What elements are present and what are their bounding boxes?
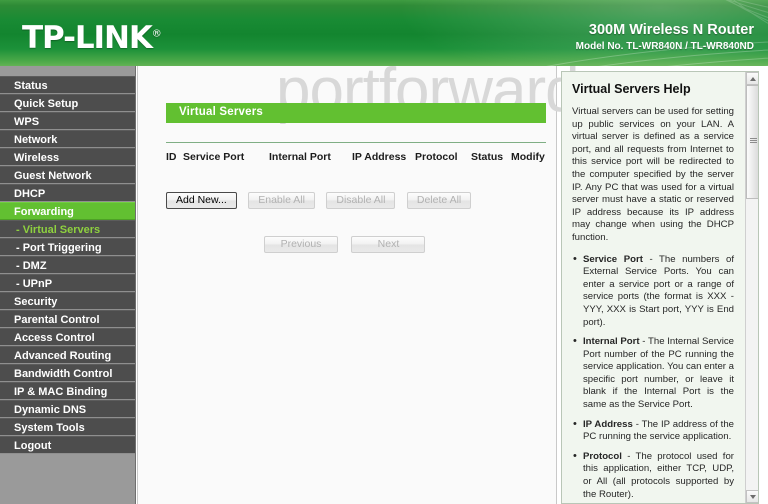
sidebar-item-virtual-servers[interactable]: - Virtual Servers: [0, 220, 135, 238]
sidebar-item-bandwidth-control[interactable]: Bandwidth Control: [0, 364, 135, 382]
sidebar-item-label: IP & MAC Binding: [14, 386, 108, 398]
scrollbar-grip-icon: [750, 138, 757, 143]
previous-page-button[interactable]: Previous: [264, 236, 338, 254]
product-title: 300M Wireless N Router: [588, 22, 754, 38]
sidebar-item-label: System Tools: [14, 422, 85, 434]
router-admin-page: TP-LINK® 300M Wireless N Router Model No…: [0, 0, 768, 504]
registered-mark-icon: ®: [151, 28, 162, 40]
scroll-up-arrow-icon[interactable]: [746, 72, 758, 85]
table-action-buttons: Add New... Enable All Disable All Delete…: [166, 192, 478, 210]
main-content-panel: Virtual Servers ID Service Port Internal…: [137, 66, 557, 504]
sidebar-item-label: Status: [14, 80, 48, 92]
help-content: Virtual Servers Help Virtual servers can…: [562, 72, 746, 503]
help-item-protocol: Protocol - The protocol used for this ap…: [572, 450, 734, 501]
sidebar-item-dmz[interactable]: - DMZ: [0, 256, 135, 274]
virtual-servers-table-header: ID Service Port Internal Port IP Address…: [166, 151, 556, 167]
help-item-internal-port: Internal Port - The Internal Service Por…: [572, 335, 734, 412]
help-panel: Virtual Servers Help Virtual servers can…: [561, 71, 759, 504]
model-number: Model No. TL-WR840N / TL-WR840ND: [575, 41, 754, 52]
add-new-button[interactable]: Add New...: [166, 192, 237, 210]
column-header-service-port: Service Port: [183, 151, 245, 163]
sidebar-item-system-tools[interactable]: System Tools: [0, 418, 135, 436]
help-item-text: - The Internal Service Port number of th…: [583, 336, 734, 411]
column-header-id: ID: [166, 151, 177, 163]
sidebar-item-label: Advanced Routing: [14, 350, 112, 362]
help-title: Virtual Servers Help: [572, 82, 691, 96]
sidebar-item-status[interactable]: Status: [0, 76, 135, 94]
help-item-term: Internal Port: [583, 336, 640, 348]
column-header-modify: Modify: [511, 151, 545, 163]
page-header: TP-LINK® 300M Wireless N Router Model No…: [0, 0, 768, 66]
sidebar-item-wireless[interactable]: Wireless: [0, 148, 135, 166]
sidebar-item-label: Quick Setup: [14, 98, 79, 110]
tplink-logo: TP-LINK®: [22, 20, 162, 56]
sidebar-item-dhcp[interactable]: DHCP: [0, 184, 135, 202]
help-bullet-list: Service Port - The numbers of External S…: [572, 253, 734, 503]
help-item-term: Service Port: [583, 253, 643, 265]
sidebar-item-label: Parental Control: [14, 314, 100, 326]
sidebar-item-label: Bandwidth Control: [14, 368, 113, 380]
help-item-term: IP Address: [583, 418, 633, 430]
sidebar-item-forwarding[interactable]: Forwarding: [0, 202, 135, 220]
sidebar-item-dynamic-dns[interactable]: Dynamic DNS: [0, 400, 135, 418]
brand-name: TP-LINK: [22, 20, 153, 56]
scrollbar-thumb[interactable]: [746, 85, 758, 199]
sidebar-item-network[interactable]: Network: [0, 130, 135, 148]
sidebar-item-label: Guest Network: [14, 170, 92, 182]
sidebar-item-label: Logout: [14, 440, 52, 452]
help-item-service-port: Service Port - The numbers of External S…: [572, 253, 734, 330]
help-item-ip-address: IP Address - The IP address of the PC ru…: [572, 418, 734, 444]
section-title-bar: Virtual Servers: [166, 103, 546, 123]
help-item-term: Protocol: [583, 450, 622, 462]
sidebar-item-list: Status Quick Setup WPS Network Wireless Guest…: [0, 76, 135, 454]
enable-all-button[interactable]: Enable All: [248, 192, 315, 210]
sidebar-item-access-control[interactable]: Access Control: [0, 328, 135, 346]
sidebar-item-upnp[interactable]: - UPnP: [0, 274, 135, 292]
sidebar-item-label: Dynamic DNS: [14, 404, 87, 416]
sidebar-item-label: WPS: [14, 116, 40, 128]
scroll-down-arrow-icon[interactable]: [746, 490, 758, 503]
sidebar-item-wps[interactable]: WPS: [0, 112, 135, 130]
sidebar-item-ip-mac-binding[interactable]: IP & MAC Binding: [0, 382, 135, 400]
column-header-protocol: Protocol: [415, 151, 458, 163]
sidebar-item-label: - Virtual Servers: [16, 224, 101, 236]
header-product-info: 300M Wireless N Router Model No. TL-WR84…: [576, 22, 754, 52]
column-header-internal-port: Internal Port: [269, 151, 331, 163]
sidebar-top-spacer: [0, 66, 135, 76]
sidebar-item-advanced-routing[interactable]: Advanced Routing: [0, 346, 135, 364]
sidebar-item-label: - DMZ: [16, 260, 47, 272]
sidebar-item-logout[interactable]: Logout: [0, 436, 135, 454]
column-header-ip-address: IP Address: [352, 151, 407, 163]
page-title: Virtual Servers: [179, 106, 263, 118]
column-header-status: Status: [471, 151, 504, 163]
help-scrollbar[interactable]: [745, 72, 758, 503]
sidebar-item-label: Forwarding: [14, 206, 74, 218]
pagination-controls: Previous Next: [264, 236, 434, 254]
sidebar-nav: Status Quick Setup WPS Network Wireless Guest…: [0, 66, 136, 504]
sidebar-item-guest-network[interactable]: Guest Network: [0, 166, 135, 184]
delete-all-button[interactable]: Delete All: [406, 192, 472, 210]
sidebar-item-security[interactable]: Security: [0, 292, 135, 310]
sidebar-item-label: Access Control: [14, 332, 95, 344]
sidebar-item-parental-control[interactable]: Parental Control: [0, 310, 135, 328]
sidebar-item-label: Wireless: [14, 152, 60, 164]
sidebar-item-label: Security: [14, 296, 58, 308]
sidebar-item-port-triggering[interactable]: - Port Triggering: [0, 238, 135, 256]
table-top-rule: [166, 142, 546, 143]
help-intro-paragraph: Virtual servers can be used for setting …: [572, 106, 734, 243]
sidebar-item-label: - UPnP: [16, 278, 53, 290]
sidebar-item-label: - Port Triggering: [16, 242, 102, 254]
sidebar-item-quick-setup[interactable]: Quick Setup: [0, 94, 135, 112]
disable-all-button[interactable]: Disable All: [326, 192, 396, 210]
sidebar-item-label: Network: [14, 134, 58, 146]
next-page-button[interactable]: Next: [351, 236, 426, 254]
sidebar-item-label: DHCP: [14, 188, 46, 200]
